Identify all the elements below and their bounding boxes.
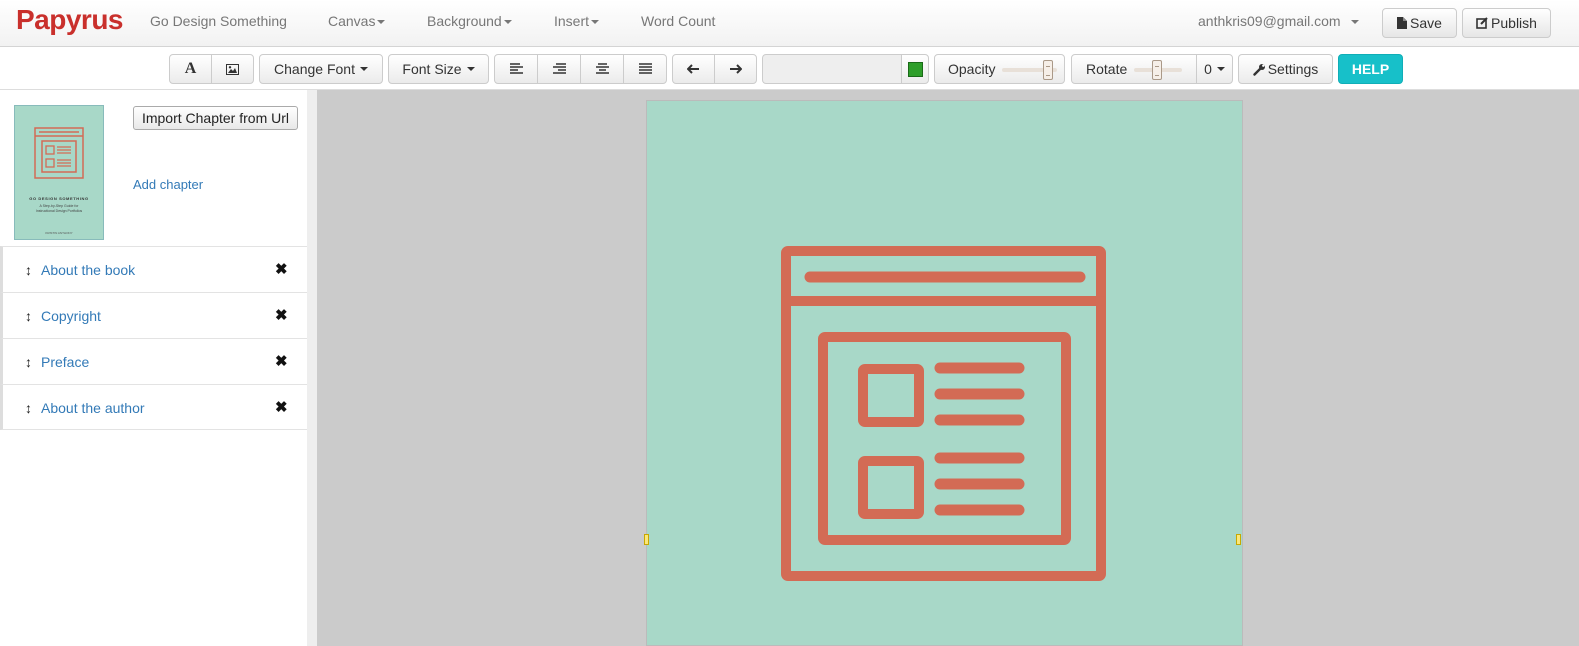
edit-icon	[1476, 17, 1488, 29]
delete-icon[interactable]: ✖	[275, 352, 288, 370]
change-font-label: Change Font	[274, 61, 355, 77]
save-button[interactable]: Save	[1382, 8, 1457, 38]
webpage-illustration[interactable]	[647, 101, 1244, 646]
align-right-button[interactable]	[537, 54, 581, 84]
save-label: Save	[1410, 15, 1442, 31]
chapter-item[interactable]: ↕ About the book ✖	[0, 246, 307, 292]
brand-logo[interactable]: Papyrus	[16, 4, 124, 36]
settings-button[interactable]: Settings	[1238, 54, 1333, 84]
drag-handle-icon[interactable]: ↕	[25, 354, 32, 370]
cover-author: KRISTIN ANTHONY	[45, 231, 73, 235]
caret-down-icon	[1350, 20, 1359, 25]
chapter-link[interactable]: Copyright	[41, 308, 101, 324]
cover-thumbnail[interactable]: GO DESIGN SOMETHING A Step-by-Step Guide…	[14, 105, 104, 240]
align-justify-icon	[638, 63, 652, 74]
font-size-dropdown[interactable]: Font Size	[388, 54, 489, 84]
resize-handle-right[interactable]	[1236, 534, 1241, 545]
delete-icon[interactable]: ✖	[275, 260, 288, 278]
rotate-control: Rotate	[1071, 54, 1197, 84]
sidebar-scrollbar[interactable]	[307, 90, 317, 646]
drag-handle-icon[interactable]: ↕	[25, 400, 32, 416]
help-button[interactable]: HELP	[1338, 54, 1403, 84]
menu-canvas[interactable]: Canvas	[328, 13, 386, 29]
resize-handle-left[interactable]	[644, 534, 649, 545]
caret-down-icon	[1216, 67, 1225, 71]
publish-button[interactable]: Publish	[1462, 8, 1551, 38]
chapter-item[interactable]: ↕ Preface ✖	[0, 338, 307, 384]
caret-down-icon	[591, 20, 600, 25]
opacity-label: Opacity	[948, 61, 996, 77]
rotate-slider-handle[interactable]	[1152, 60, 1162, 80]
menu-insert[interactable]: Insert	[554, 13, 600, 29]
caret-down-icon	[466, 67, 475, 71]
align-justify-button[interactable]	[623, 54, 667, 84]
book-title-link[interactable]: Go Design Something	[150, 13, 287, 29]
cover-subtitle-1: A Step-by-Step Guide for	[39, 204, 79, 208]
picture-icon	[226, 63, 239, 75]
chapter-link[interactable]: About the author	[41, 400, 145, 416]
top-navbar: Papyrus Go Design Something Canvas Backg…	[0, 0, 1579, 47]
chapter-sidebar: GO DESIGN SOMETHING A Step-by-Step Guide…	[0, 90, 317, 646]
editor-toolbar: A Change Font Font Size Opacity Rotate 0…	[0, 48, 1579, 90]
menu-insert-label: Insert	[554, 13, 590, 29]
align-right-icon	[552, 63, 566, 74]
user-menu[interactable]: anthkris09@gmail.com	[1198, 13, 1359, 29]
menu-canvas-label: Canvas	[328, 13, 376, 29]
drag-handle-icon[interactable]: ↕	[25, 262, 32, 278]
opacity-slider-handle[interactable]	[1042, 60, 1053, 80]
text-tool-button[interactable]: A	[169, 54, 212, 84]
font-size-label: Font Size	[402, 61, 462, 77]
drag-handle-icon[interactable]: ↕	[25, 308, 32, 324]
cover-subtitle-2: Instructional Design Portfolios	[35, 209, 83, 213]
import-chapter-button[interactable]: Import Chapter from Url	[133, 106, 298, 130]
menu-background-label: Background	[427, 13, 502, 29]
menu-background[interactable]: Background	[427, 13, 512, 29]
caret-down-icon	[503, 20, 512, 25]
add-chapter-link[interactable]: Add chapter	[133, 177, 203, 192]
settings-label: Settings	[1267, 61, 1319, 77]
word-count-link[interactable]: Word Count	[641, 13, 715, 29]
chapter-item[interactable]: ↕ About the author ✖	[0, 384, 307, 430]
delete-icon[interactable]: ✖	[275, 306, 288, 324]
user-email: anthkris09@gmail.com	[1198, 13, 1341, 29]
font-icon: A	[184, 60, 197, 77]
chapter-link[interactable]: Preface	[41, 354, 89, 370]
caret-down-icon	[359, 67, 368, 71]
color-input[interactable]	[762, 54, 902, 84]
send-backward-button[interactable]	[672, 54, 715, 84]
delete-icon[interactable]: ✖	[275, 398, 288, 416]
book-page-canvas[interactable]	[646, 100, 1243, 646]
arrow-right-icon	[730, 64, 742, 74]
cover-illustration	[34, 127, 84, 179]
caret-down-icon	[377, 20, 386, 25]
color-picker-button[interactable]	[901, 54, 929, 84]
align-left-icon	[509, 63, 523, 74]
align-center-button[interactable]	[580, 54, 624, 84]
chapter-list: ↕ About the book ✖ ↕ Copyright ✖ ↕ Prefa…	[0, 246, 307, 430]
rotate-value: 0	[1204, 61, 1212, 77]
wrench-icon	[1253, 63, 1265, 76]
align-center-icon	[595, 63, 609, 74]
change-font-dropdown[interactable]: Change Font	[259, 54, 383, 84]
canvas-workspace	[317, 90, 1579, 646]
bring-forward-button[interactable]	[714, 54, 757, 84]
align-left-button[interactable]	[494, 54, 538, 84]
arrow-left-icon	[687, 64, 699, 74]
cover-title: GO DESIGN SOMETHING	[29, 196, 89, 201]
rotate-label: Rotate	[1086, 61, 1128, 77]
publish-label: Publish	[1491, 15, 1537, 31]
color-swatch	[907, 61, 923, 77]
chapter-link[interactable]: About the book	[41, 262, 135, 278]
rotate-value-dropdown[interactable]: 0	[1196, 54, 1233, 84]
image-tool-button[interactable]	[211, 54, 254, 84]
chapter-item[interactable]: ↕ Copyright ✖	[0, 292, 307, 338]
opacity-control: Opacity	[934, 54, 1065, 84]
file-icon	[1397, 17, 1408, 29]
